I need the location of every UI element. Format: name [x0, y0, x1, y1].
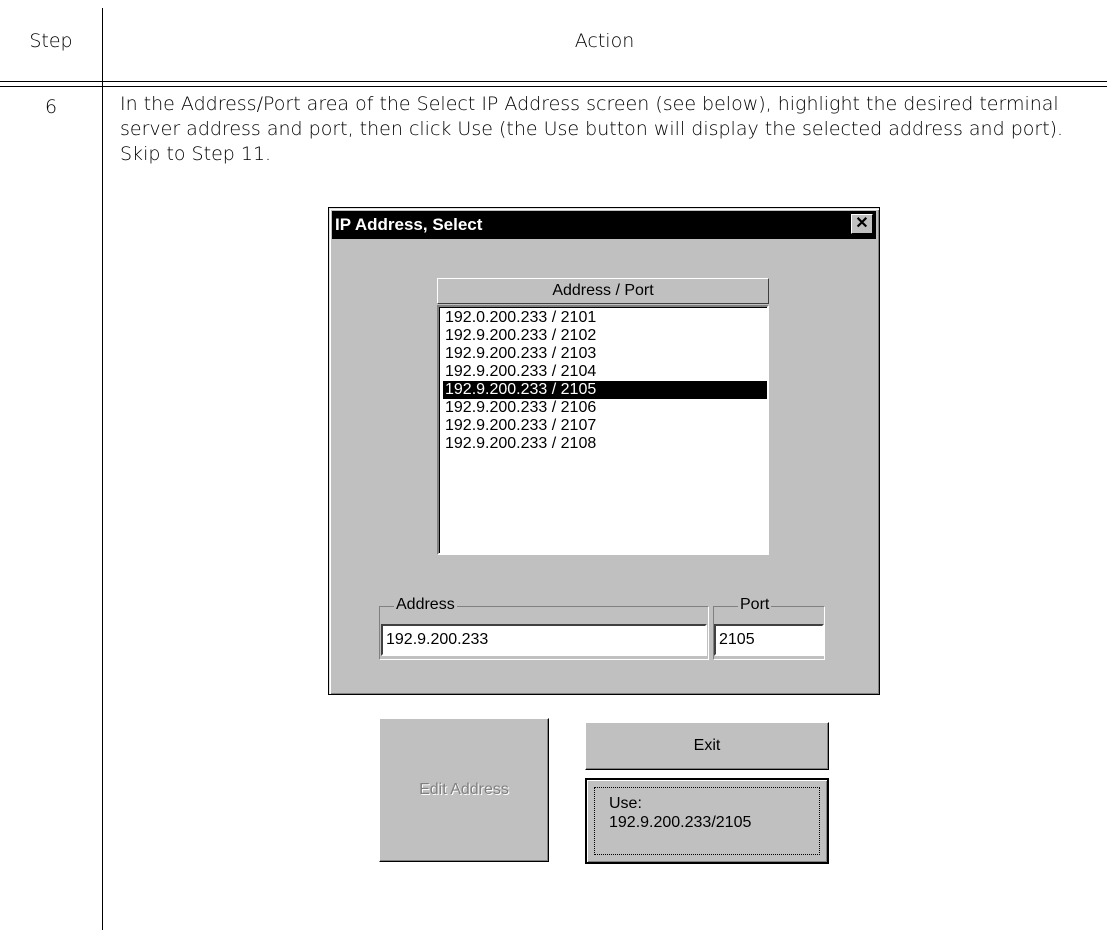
list-item-selected[interactable]: 192.9.200.233 / 2105	[443, 381, 767, 399]
step-number: 6	[44, 96, 58, 118]
use-selection-label: 192.9.200.233/2105	[609, 814, 752, 831]
address-port-listbox[interactable]: 192.0.200.233 / 2101 192.9.200.233 / 2102…	[437, 305, 769, 555]
list-item[interactable]: 192.0.200.233 / 2101	[443, 309, 767, 327]
address-port-list-header: Address / Port	[437, 278, 769, 304]
list-item[interactable]: 192.9.200.233 / 2102	[443, 327, 767, 345]
header-rule-bottom	[0, 86, 1107, 87]
list-item[interactable]: 192.9.200.233 / 2103	[443, 345, 767, 363]
port-field[interactable]: 2105	[714, 624, 824, 656]
close-icon: ✕	[855, 215, 869, 232]
dialog-titlebar: IP Address, Select ✕	[332, 211, 876, 239]
exit-label: Exit	[693, 737, 721, 754]
list-item[interactable]: 192.9.200.233 / 2104	[443, 363, 767, 381]
use-label: Use:	[609, 795, 642, 812]
step-header: Step	[29, 30, 73, 52]
edit-address-button[interactable]: Edit Address	[379, 718, 549, 862]
action-header: Action	[574, 30, 635, 52]
list-item[interactable]: 192.9.200.233 / 2106	[443, 399, 767, 417]
list-item[interactable]: 192.9.200.233 / 2108	[443, 435, 767, 453]
close-button[interactable]: ✕	[851, 214, 873, 234]
column-divider	[102, 8, 103, 930]
address-label: Address	[394, 596, 457, 614]
header-rule-top	[0, 81, 1107, 82]
address-field[interactable]: 192.9.200.233	[381, 624, 707, 656]
exit-button[interactable]: Exit	[585, 722, 829, 770]
ip-address-select-dialog: IP Address, Select ✕ Address / Port 192.…	[328, 207, 880, 864]
port-group: Port 2105	[713, 596, 825, 660]
list-item[interactable]: 192.9.200.233 / 2107	[443, 417, 767, 435]
address-group: Address 192.9.200.233	[379, 596, 709, 660]
use-button[interactable]: Use: 192.9.200.233/2105	[585, 778, 829, 864]
dialog-title: IP Address, Select	[335, 215, 483, 234]
edit-address-label: Edit Address	[419, 781, 509, 798]
port-label: Port	[738, 596, 772, 614]
step-instructions: In the Address/Port area of the Select I…	[120, 93, 1064, 165]
use-button-focus-ring: Use: 192.9.200.233/2105	[594, 787, 820, 855]
